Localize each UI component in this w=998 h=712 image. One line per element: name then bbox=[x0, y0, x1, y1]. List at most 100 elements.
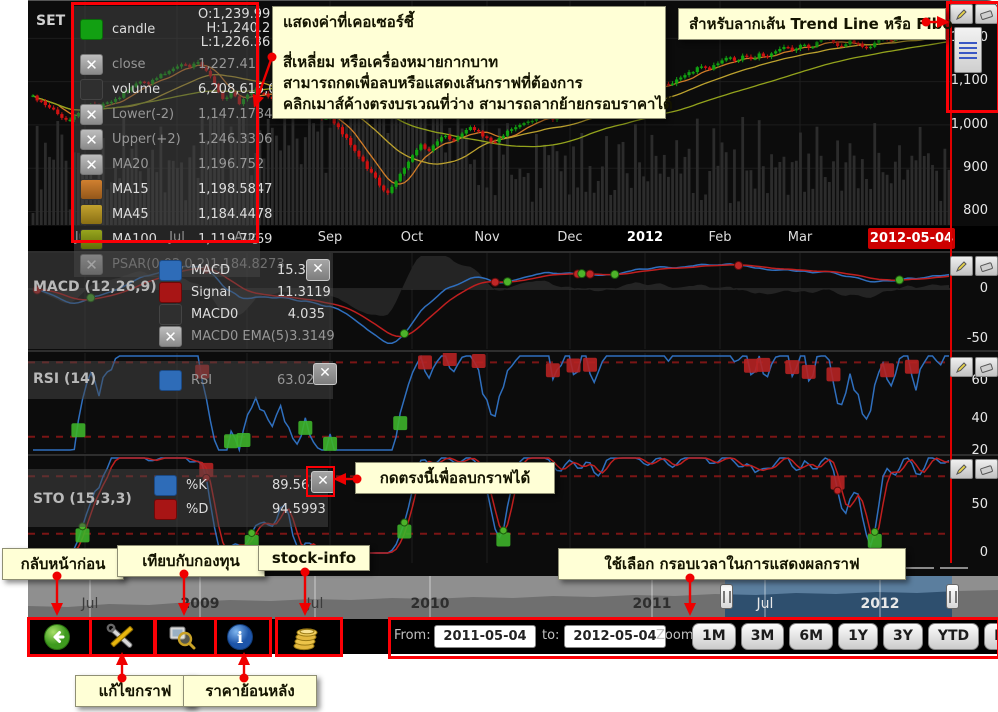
zoom-ytd-button[interactable]: YTD bbox=[928, 623, 979, 650]
legend-row-ma100[interactable]: MA1001,119.7269 bbox=[74, 227, 260, 252]
date-tick: Nov bbox=[474, 230, 499, 245]
color-swatch-icon[interactable] bbox=[80, 229, 103, 250]
candle bbox=[382, 186, 385, 191]
cursor-date-label: 2012-05-04 bbox=[868, 228, 955, 249]
legend-value: 3.3149 bbox=[289, 329, 335, 344]
fibo-lines-icon[interactable] bbox=[954, 27, 982, 73]
macd-close-button[interactable]: ✕ bbox=[306, 259, 330, 281]
toggle-x-icon[interactable]: ✕ bbox=[80, 154, 103, 175]
rsi-close-button[interactable]: ✕ bbox=[313, 363, 337, 385]
candle bbox=[712, 65, 715, 69]
color-swatch-icon[interactable] bbox=[159, 260, 182, 281]
mini-scrollbar[interactable] bbox=[940, 567, 968, 569]
legend-row-ma45[interactable]: MA451,184.4478 bbox=[74, 202, 260, 227]
candle bbox=[848, 40, 851, 44]
search-photo-button[interactable] bbox=[154, 621, 210, 652]
candle bbox=[407, 162, 410, 168]
legend-row-ma20[interactable]: ✕MA201,196.752 bbox=[74, 152, 260, 177]
legend-row-candle[interactable]: candleO:1,239.99H:1,240.2L:1,226.36 bbox=[74, 6, 260, 52]
legend-ohlc-values: O:1,239.99H:1,240.2L:1,226.36 bbox=[198, 8, 270, 50]
candle bbox=[494, 142, 497, 143]
to-date-input[interactable] bbox=[564, 625, 666, 648]
zoom-max-button[interactable]: MAX bbox=[984, 623, 998, 650]
pencil-icon[interactable] bbox=[950, 4, 973, 24]
timeline-range-selector[interactable]: Jul2009Jul20102011Jul2012 bbox=[28, 576, 998, 619]
buy-marker bbox=[397, 525, 411, 539]
toggle-x-icon[interactable]: ✕ bbox=[80, 54, 103, 75]
legend-row-close[interactable]: ✕close1,227.41 bbox=[74, 52, 260, 77]
eraser-icon[interactable] bbox=[975, 459, 998, 479]
main-chart-legend: candleO:1,239.99H:1,240.2L:1,226.36✕clos… bbox=[74, 6, 260, 277]
legend-value: 1,184.4478 bbox=[198, 207, 272, 222]
toggle-x-icon[interactable]: ✕ bbox=[80, 129, 103, 150]
candle bbox=[485, 136, 488, 137]
candle bbox=[349, 138, 352, 145]
range-handle-left[interactable] bbox=[720, 584, 733, 609]
color-swatch-icon[interactable] bbox=[80, 79, 103, 100]
range-handle-right[interactable] bbox=[946, 584, 959, 609]
coins-button[interactable] bbox=[278, 621, 334, 652]
eraser-icon[interactable] bbox=[975, 256, 998, 276]
callout-line: คลิกเมาส์ค้างตรงบรเวณที่ว่าง สามารถลากย้… bbox=[283, 94, 655, 115]
legend-row-upper-2-[interactable]: ✕Upper(+2)1,246.3306 bbox=[74, 127, 260, 152]
info-button[interactable]: i bbox=[212, 621, 268, 652]
color-swatch-icon[interactable] bbox=[80, 204, 103, 225]
legend-row-macd0[interactable]: MACD04.035 bbox=[153, 303, 329, 325]
sto-close-button[interactable]: ✕ bbox=[311, 471, 335, 493]
candle bbox=[749, 57, 752, 59]
legend-row-rsi[interactable]: RSI63.0259 bbox=[153, 368, 329, 392]
pencil-icon[interactable] bbox=[950, 459, 973, 479]
candle bbox=[432, 146, 435, 151]
candle bbox=[766, 56, 769, 57]
legend-value: 94.5993 bbox=[272, 502, 326, 517]
color-swatch-icon[interactable] bbox=[154, 475, 177, 496]
sell-marker bbox=[418, 355, 432, 369]
color-swatch-icon[interactable] bbox=[159, 304, 182, 325]
panel-divider bbox=[28, 454, 998, 456]
macd-legend: MACD (12,26,9) MACD15.3468Signal11.3119M… bbox=[28, 253, 333, 349]
candle bbox=[692, 72, 695, 73]
zoom-1m-button[interactable]: 1M bbox=[692, 623, 736, 650]
buy-marker bbox=[868, 534, 882, 548]
legend-value: 4.035 bbox=[277, 307, 325, 322]
candle bbox=[40, 100, 43, 101]
color-swatch-icon[interactable] bbox=[159, 370, 182, 391]
tools-button[interactable] bbox=[93, 621, 149, 652]
candle bbox=[48, 105, 51, 107]
zoom-3m-button[interactable]: 3M bbox=[741, 623, 785, 650]
legend-row-ma15[interactable]: MA151,198.5847 bbox=[74, 177, 260, 202]
legend-row-lower-2-[interactable]: ✕Lower(-2)1,147.1734 bbox=[74, 102, 260, 127]
legend-row-macd[interactable]: MACD15.3468 bbox=[153, 259, 329, 281]
candle bbox=[428, 149, 431, 151]
color-swatch-icon[interactable] bbox=[80, 19, 103, 40]
eraser-icon[interactable] bbox=[975, 4, 998, 24]
toggle-x-icon[interactable]: ✕ bbox=[80, 104, 103, 125]
from-date-input[interactable] bbox=[434, 625, 536, 648]
legend-row-%d[interactable]: %D94.5993 bbox=[148, 497, 324, 521]
legend-row-%k[interactable]: %K89.5618 bbox=[148, 473, 324, 497]
legend-row-volume[interactable]: volume6,208,615,000 bbox=[74, 77, 260, 102]
buy-marker bbox=[224, 434, 238, 448]
color-swatch-icon[interactable] bbox=[80, 179, 103, 200]
color-swatch-icon[interactable] bbox=[159, 282, 182, 303]
zoom-1y-button[interactable]: 1Y bbox=[838, 623, 878, 650]
legend-row-signal[interactable]: Signal11.3119 bbox=[153, 281, 329, 303]
mini-scrollbar[interactable] bbox=[906, 567, 934, 569]
rsi-draw-tools bbox=[950, 357, 998, 377]
back-arrow-button[interactable] bbox=[29, 621, 85, 652]
candle bbox=[745, 56, 748, 57]
candle bbox=[60, 114, 63, 118]
search-photo-icon bbox=[168, 624, 196, 650]
zoom-3y-button[interactable]: 3Y bbox=[883, 623, 923, 650]
sell-marker bbox=[880, 363, 894, 377]
toggle-x-icon[interactable]: ✕ bbox=[159, 326, 182, 347]
color-swatch-icon[interactable] bbox=[154, 499, 177, 520]
pencil-icon[interactable] bbox=[950, 256, 973, 276]
eraser-icon[interactable] bbox=[975, 357, 998, 377]
pencil-icon[interactable] bbox=[950, 357, 973, 377]
legend-label: RSI bbox=[191, 373, 277, 388]
zoom-6m-button[interactable]: 6M bbox=[789, 623, 833, 650]
candle bbox=[687, 72, 690, 75]
buy-signal-dot bbox=[400, 330, 408, 338]
legend-row-macd0-ema-5-[interactable]: ✕MACD0 EMA(5)3.3149 bbox=[153, 325, 329, 347]
